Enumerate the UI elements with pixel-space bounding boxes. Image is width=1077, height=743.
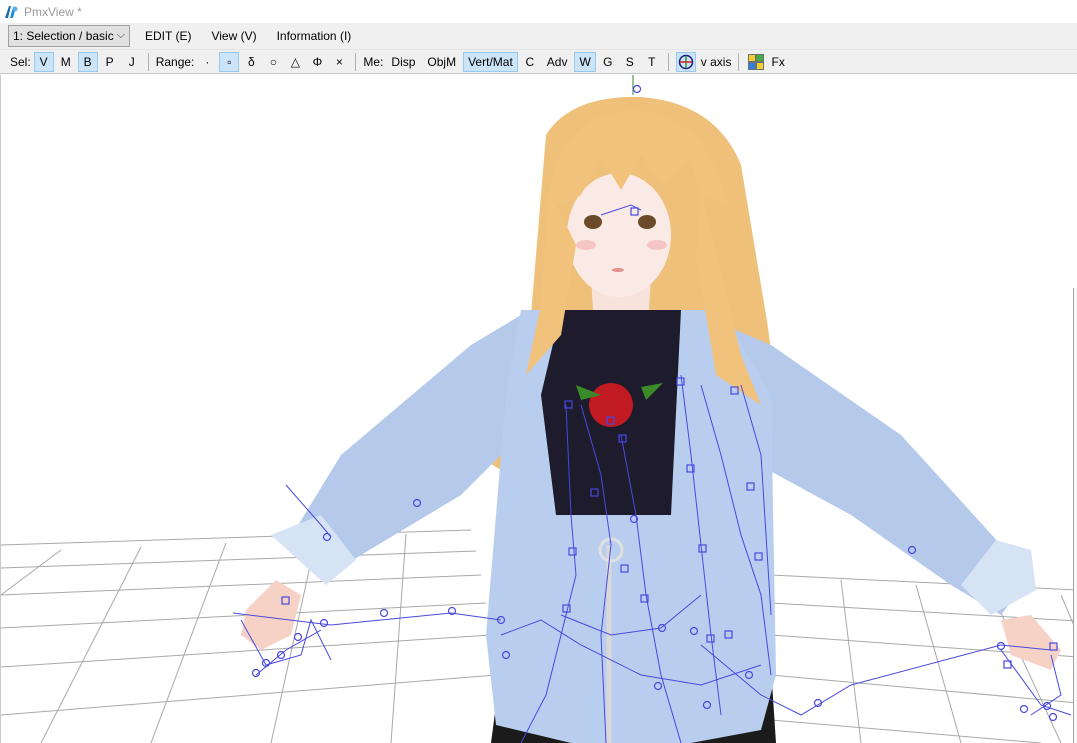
range-label: Range: [155,54,195,69]
toolbar-divider [667,52,669,71]
menu-edit[interactable]: EDIT (E) [140,29,196,43]
range-circle-button[interactable]: ○ [263,52,283,72]
viewport-canvas[interactable] [1,75,1077,743]
3d-viewport[interactable] [0,75,1077,743]
v-axis-label[interactable]: v axis [701,55,732,69]
range-rect-button[interactable]: ▫ [219,51,240,72]
sel-bone-button[interactable]: B [77,51,98,72]
me-w-button[interactable]: W [574,51,596,72]
toolbar-divider [355,52,357,71]
toolbar-divider [147,52,149,71]
axis-gizmo-icon[interactable] [675,51,696,72]
me-s-button[interactable]: S [620,52,640,72]
me-adv-button[interactable]: Adv [542,52,573,72]
me-t-button[interactable]: T [642,52,662,72]
me-objm-button[interactable]: ObjM [422,52,461,72]
toolbar: Sel: V M B P J Range: · ▫ δ ○ △ Φ × Me: … [0,50,1077,74]
me-g-button[interactable]: G [598,52,618,72]
sel-physics-button[interactable]: P [100,52,120,72]
menu-information[interactable]: Information (I) [272,29,357,43]
toolbar-divider [738,52,740,71]
me-disp-button[interactable]: Disp [386,52,420,72]
range-point-button[interactable]: · [197,52,217,72]
mode-select-dropdown[interactable]: 1: Selection / basic ⌵ [8,25,130,47]
color-grid-icon[interactable] [746,52,766,72]
me-vertmat-button[interactable]: Vert/Mat [463,51,518,72]
me-c-button[interactable]: C [520,52,540,72]
me-label: Me: [363,54,384,69]
sel-material-button[interactable]: M [56,52,76,72]
menu-view[interactable]: View (V) [206,29,261,43]
sel-vertex-button[interactable]: V [33,51,54,72]
title-bar: PmxView * [0,0,1077,23]
range-delta-button[interactable]: δ [241,52,261,72]
range-clear-button[interactable]: × [329,52,349,72]
sel-joint-button[interactable]: J [122,52,142,72]
window-title: PmxView * [24,4,82,19]
chevron-down-icon: ⌵ [116,29,125,41]
side-panel-edge[interactable] [1073,288,1077,743]
sel-label: Sel: [10,54,31,69]
fx-label[interactable]: Fx [771,55,784,69]
range-triangle-button[interactable]: △ [285,52,305,72]
character-model[interactable] [241,96,1061,743]
menu-bar: 1: Selection / basic ⌵ EDIT (E) View (V)… [0,23,1077,50]
range-phi-button[interactable]: Φ [307,52,327,72]
pmxview-app-icon [3,4,19,20]
mode-select-value: 1: Selection / basic [13,29,114,43]
